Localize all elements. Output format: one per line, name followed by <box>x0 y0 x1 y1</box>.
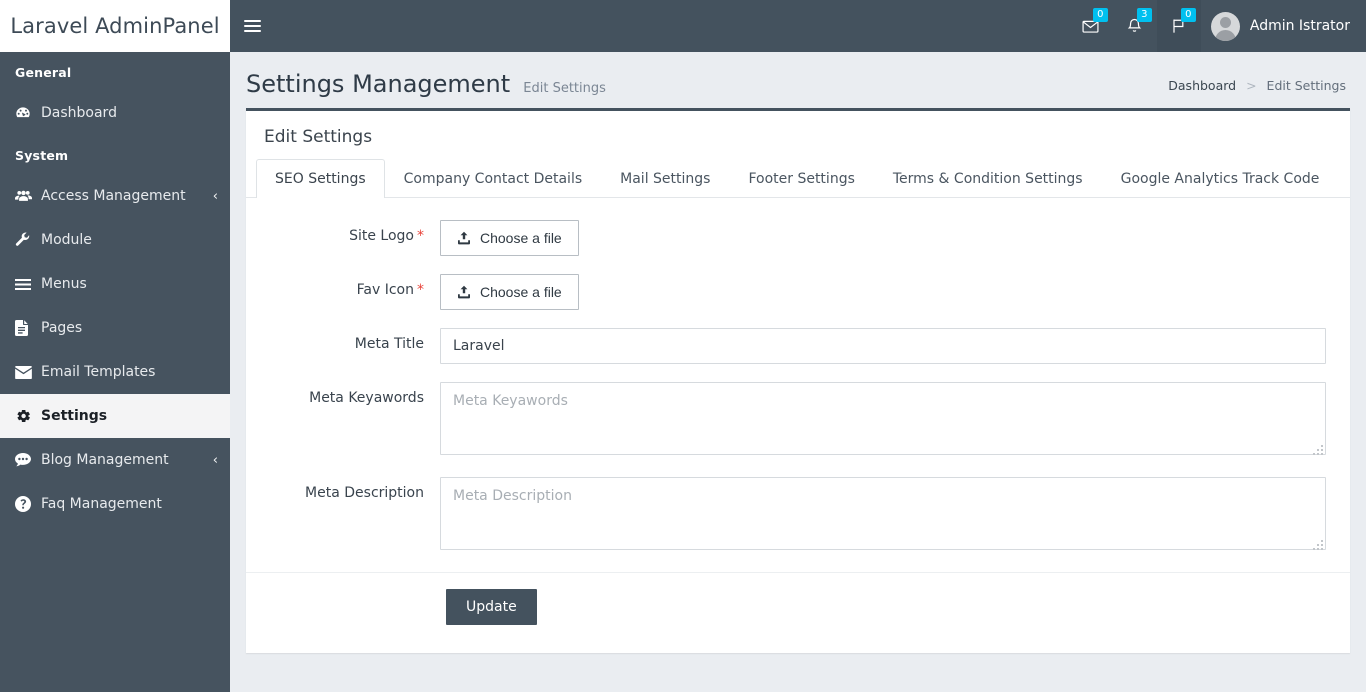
meta-description-textarea[interactable] <box>440 477 1326 550</box>
meta-title-label: Meta Title <box>354 336 424 352</box>
site-logo-choose-file-button[interactable]: Choose a file <box>440 220 579 256</box>
field-row-meta-keywords: Meta Keyawords <box>270 382 1326 459</box>
sidebar-item-faq-management[interactable]: Faq Management <box>0 482 230 526</box>
breadcrumb: Dashboard > Edit Settings <box>1168 78 1346 93</box>
page-title: Settings Management <box>246 70 511 98</box>
sidebar-item-module[interactable]: Module <box>0 218 230 262</box>
update-button[interactable]: Update <box>446 589 537 625</box>
card-heading: Edit Settings <box>264 127 373 147</box>
list-icon <box>15 278 41 291</box>
field-row-meta-title: Meta Title <box>270 328 1326 364</box>
sidebar-item-label: Blog Management <box>41 452 169 468</box>
fav-icon-label-text: Fav Icon <box>356 282 414 298</box>
sidebar-item-label: Access Management <box>41 188 186 204</box>
sidebar-item-access-management[interactable]: Access Management ‹ <box>0 174 230 218</box>
tasks-icon[interactable]: 0 <box>1156 0 1201 52</box>
messages-icon[interactable]: 0 <box>1069 0 1113 52</box>
avatar <box>1210 11 1240 41</box>
settings-card: Edit Settings SEO Settings Company Conta… <box>246 108 1350 653</box>
required-marker: * <box>417 228 424 244</box>
field-row-fav-icon: Fav Icon * Choose a file <box>270 274 1326 310</box>
question-circle-icon <box>15 496 41 512</box>
site-logo-field: Choose a file <box>440 220 1326 256</box>
sidebar-item-settings[interactable]: Settings <box>0 394 230 438</box>
breadcrumb-current: Edit Settings <box>1266 78 1346 93</box>
users-icon <box>15 189 41 203</box>
notifications-icon[interactable]: 3 <box>1113 0 1157 52</box>
required-marker: * <box>417 282 424 298</box>
admin-panel: Laravel AdminPanel General Dashboard Sys… <box>0 0 1366 692</box>
tab-company-contact-details[interactable]: Company Contact Details <box>385 159 602 198</box>
tab-google-analytics-track-code[interactable]: Google Analytics Track Code <box>1102 159 1339 198</box>
sidebar: Laravel AdminPanel General Dashboard Sys… <box>0 0 230 692</box>
page-subtitle: Edit Settings <box>523 81 606 96</box>
meta-title-field <box>440 328 1326 364</box>
gear-icon <box>15 408 41 424</box>
sidebar-item-label: Dashboard <box>41 105 117 121</box>
sidebar-section-general: General <box>15 65 72 80</box>
fav-icon-choose-file-label: Choose a file <box>480 284 562 300</box>
hamburger-bars <box>243 17 261 35</box>
brand-logo[interactable]: Laravel AdminPanel <box>0 0 230 52</box>
sidebar-item-label: Email Templates <box>41 364 156 380</box>
site-logo-label-text: Site Logo <box>349 228 414 244</box>
tasks-badge: 0 <box>1180 8 1196 22</box>
upload-icon <box>457 285 471 299</box>
user-name: Admin Istrator <box>1249 18 1350 34</box>
sidebar-item-dashboard[interactable]: Dashboard <box>0 91 230 135</box>
site-logo-label: Site Logo * <box>270 220 440 244</box>
brand-title: Laravel AdminPanel <box>10 14 220 38</box>
settings-tabs: SEO Settings Company Contact Details Mai… <box>246 159 1350 198</box>
sidebar-item-menus[interactable]: Menus <box>0 262 230 306</box>
main-content: Settings Management Edit Settings Dashbo… <box>230 52 1366 692</box>
file-icon <box>15 320 41 336</box>
upload-icon <box>457 231 471 245</box>
sidebar-item-label: Faq Management <box>41 496 162 512</box>
tab-seo-settings[interactable]: SEO Settings <box>256 159 385 198</box>
field-row-meta-description: Meta Description <box>270 477 1326 554</box>
meta-description-label: Meta Description <box>305 485 424 501</box>
meta-keywords-textarea[interactable] <box>440 382 1326 455</box>
sidebar-item-pages[interactable]: Pages <box>0 306 230 350</box>
hamburger-icon[interactable] <box>230 0 274 52</box>
fav-icon-choose-file-button[interactable]: Choose a file <box>440 274 579 310</box>
sidebar-item-label: Menus <box>41 276 87 292</box>
field-row-site-logo: Site Logo * Choose a file <box>270 220 1326 256</box>
navbar-right: 0 3 0 Admin Istrator <box>1069 0 1366 52</box>
comment-icon <box>15 453 41 467</box>
user-menu[interactable]: Admin Istrator <box>1201 0 1366 52</box>
tab-mail-settings[interactable]: Mail Settings <box>601 159 729 198</box>
fav-icon-label: Fav Icon * <box>270 274 440 298</box>
meta-keywords-field <box>440 382 1326 459</box>
site-logo-choose-file-label: Choose a file <box>480 230 562 246</box>
meta-keywords-label: Meta Keyawords <box>309 390 424 406</box>
meta-title-input[interactable] <box>440 328 1326 364</box>
dashboard-icon <box>15 105 41 121</box>
chevron-left-icon: ‹ <box>212 452 218 468</box>
form-footer: Update <box>246 572 1350 641</box>
messages-badge: 0 <box>1092 8 1108 22</box>
sidebar-item-label: Settings <box>41 408 108 424</box>
wrench-icon <box>15 232 41 248</box>
breadcrumb-dashboard[interactable]: Dashboard <box>1168 78 1236 93</box>
tab-footer-settings[interactable]: Footer Settings <box>729 159 873 198</box>
tab-terms-condition-settings[interactable]: Terms & Condition Settings <box>874 159 1102 198</box>
meta-description-field <box>440 477 1326 554</box>
sidebar-item-email-templates[interactable]: Email Templates <box>0 350 230 394</box>
notifications-badge: 3 <box>1136 8 1152 22</box>
seo-settings-form: Site Logo * Choose a file Fav Icon * Cho… <box>246 198 1350 554</box>
page-header: Settings Management Edit Settings Dashbo… <box>230 52 1366 108</box>
sidebar-item-blog-management[interactable]: Blog Management ‹ <box>0 438 230 482</box>
sidebar-section-system: System <box>15 148 69 163</box>
sidebar-item-label: Module <box>41 232 92 248</box>
fav-icon-field: Choose a file <box>440 274 1326 310</box>
top-navbar: 0 3 0 Admin Istrator <box>230 0 1366 52</box>
sidebar-item-label: Pages <box>41 320 83 336</box>
chevron-left-icon: ‹ <box>212 188 218 204</box>
breadcrumb-separator: > <box>1246 78 1257 93</box>
envelope-icon <box>15 365 41 379</box>
